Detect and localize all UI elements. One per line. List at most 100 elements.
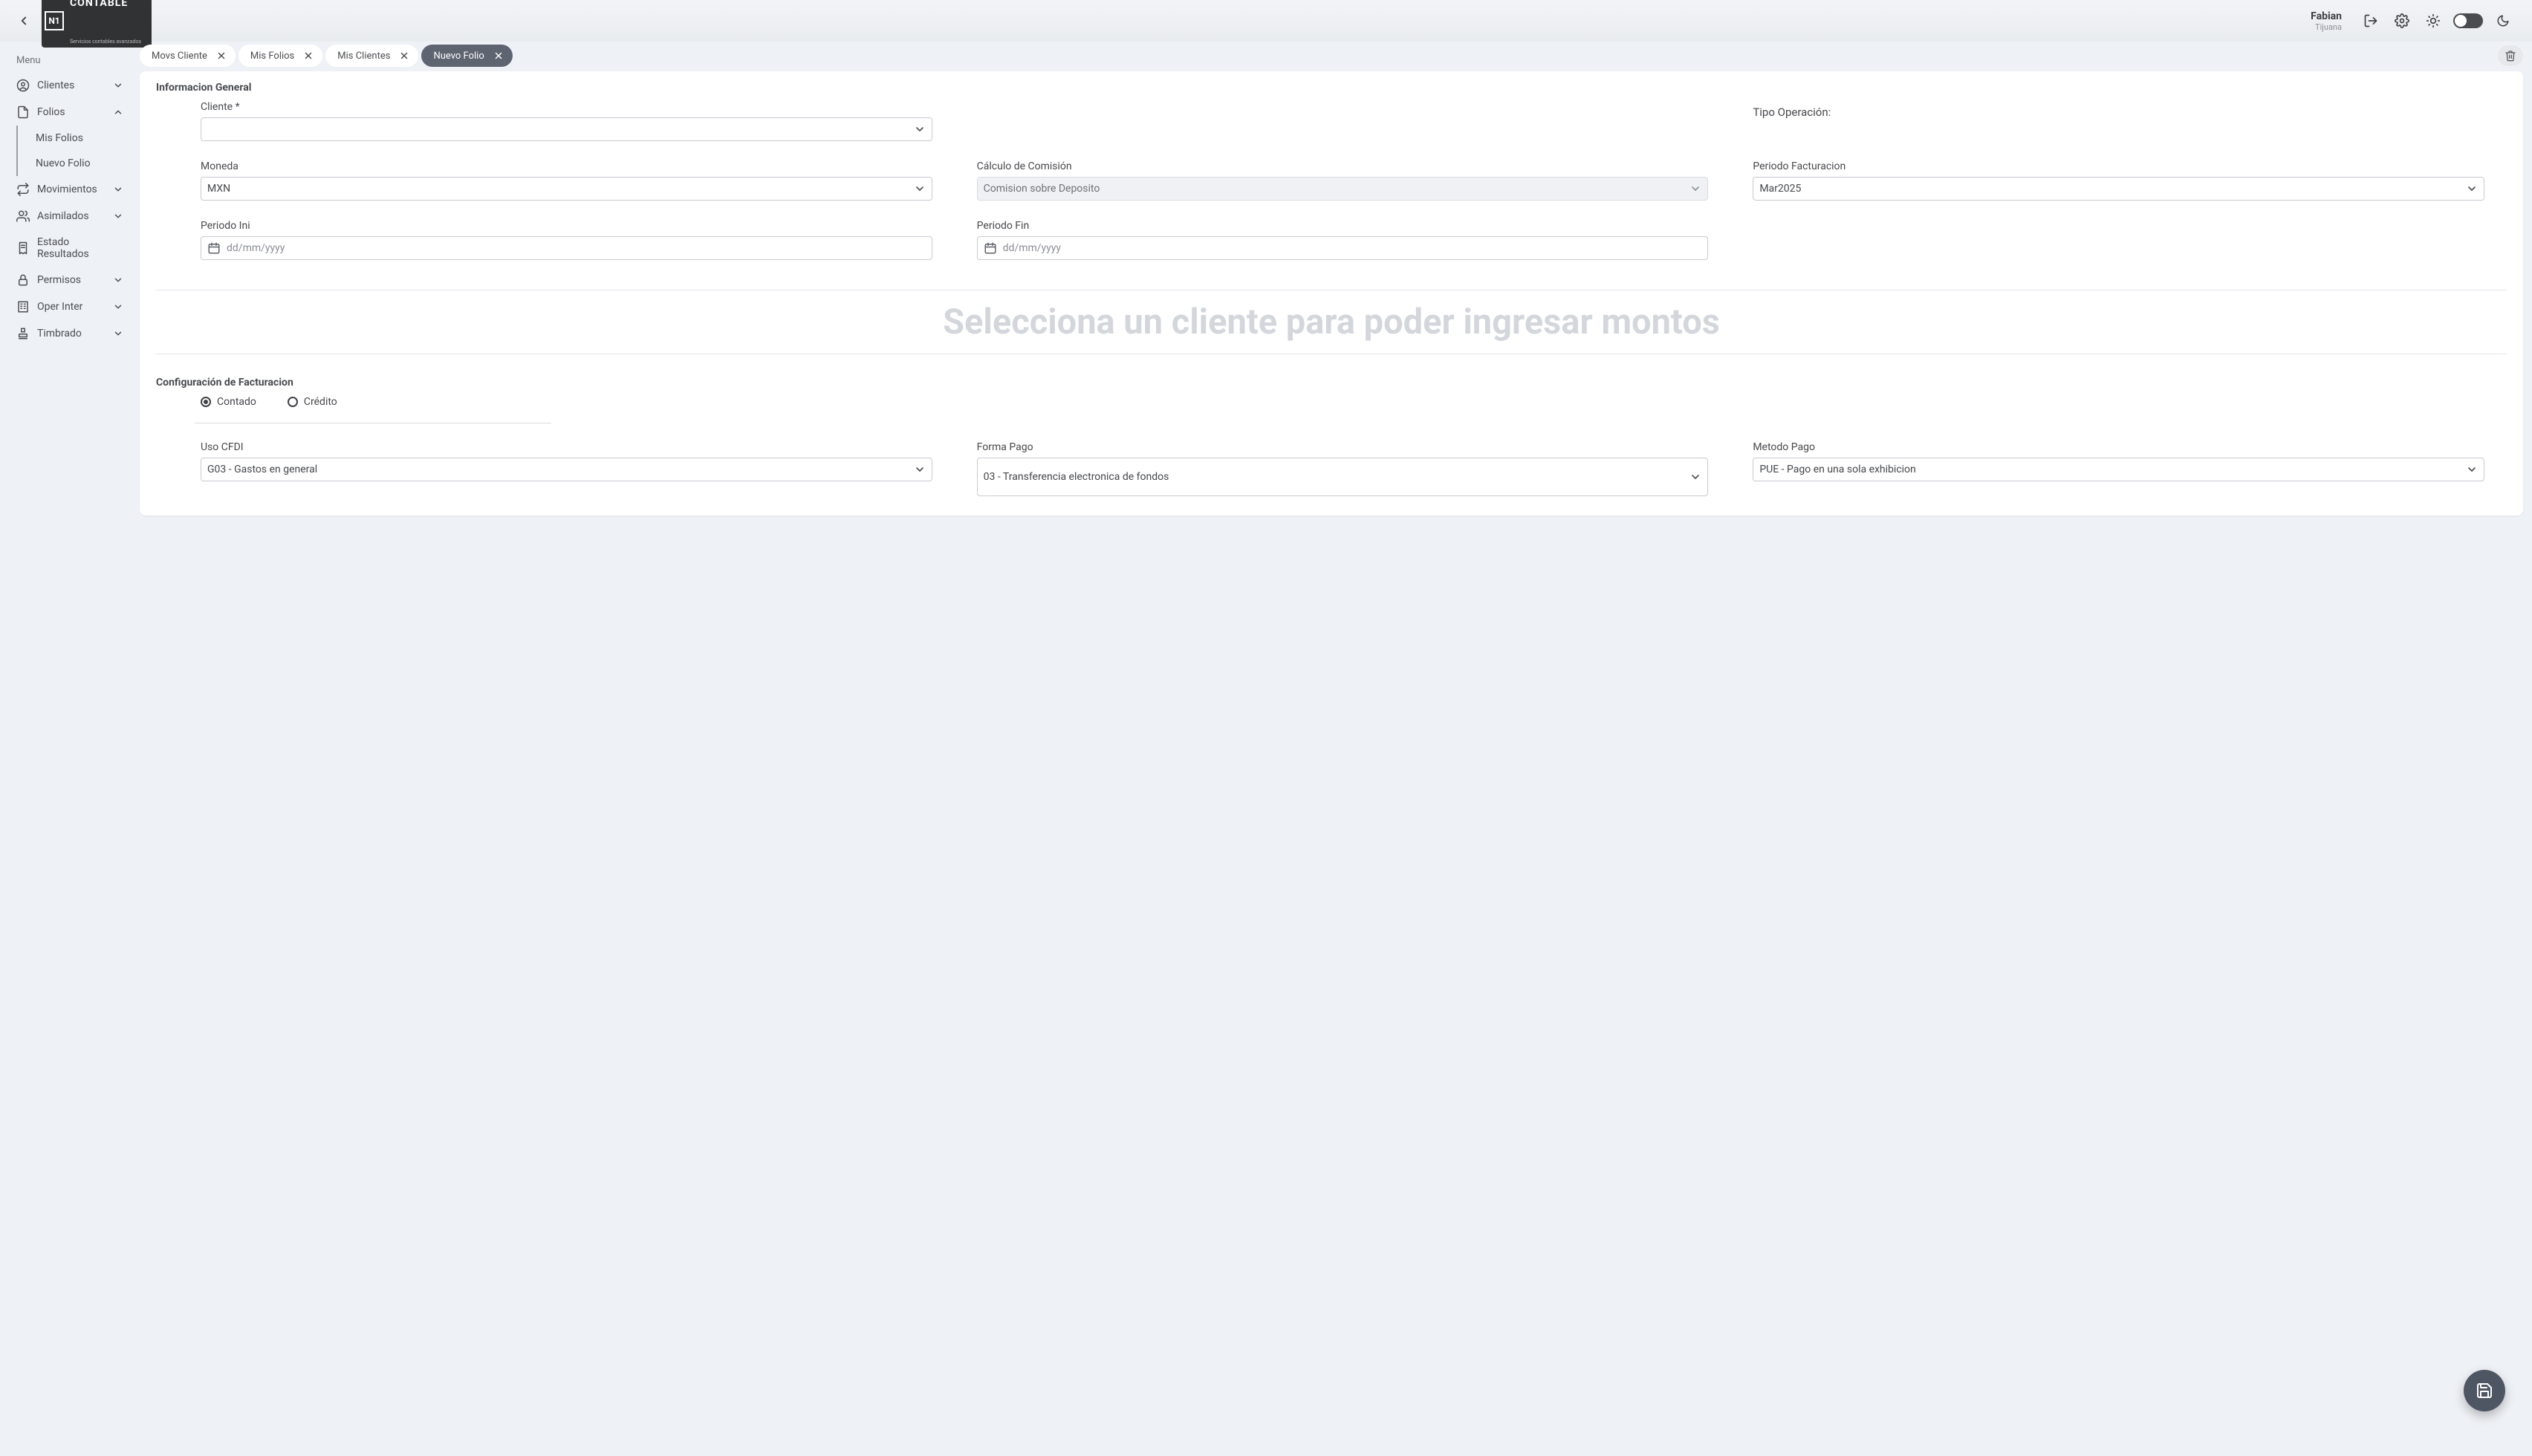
tab-label: Nuevo Folio [433,51,484,62]
document-icon [16,105,30,119]
sidebar-item-asimilados[interactable]: Asimilados [0,203,140,230]
sidebar-label: Permisos [37,274,81,286]
radio-label: Crédito [304,396,337,408]
brand-text: CONTABLE Servicios contables avanzados [70,0,141,45]
close-icon [400,51,409,60]
uso-cfdi-label: Uso CFDI [201,441,932,453]
moneda-label: Moneda [201,160,932,172]
forma-pago-value: 03 - Transferencia electronica de fondos [984,471,1690,483]
radio-indicator [201,397,211,407]
chevron-down-icon [914,183,926,195]
forma-pago-select[interactable]: 03 - Transferencia electronica de fondos [977,458,1709,496]
tab-close[interactable] [302,49,315,62]
sidebar-label: Oper Inter [37,301,82,313]
calculo-comision-select[interactable]: Comision sobre Deposito [977,177,1709,201]
periodo-ini-label: Periodo Ini [201,220,932,232]
chevron-up-icon [113,107,123,117]
periodo-ini-placeholder: dd/mm/yyyy [227,242,285,254]
sidebar-item-timbrado[interactable]: Timbrado [0,320,140,347]
sidebar-item-nuevo-folio[interactable]: Nuevo Folio [16,151,140,176]
brand-badge[interactable]: N1 CONTABLE Servicios contables avanzado… [42,0,152,48]
metodo-pago-value: PUE - Pago en una sola exhibicion [1759,464,2466,475]
tabstrip: Movs Cliente Mis Folios Mis Clientes Nue… [140,45,2523,67]
moneda-select[interactable]: MXN [201,177,932,201]
sidebar-label: Mis Folios [36,132,83,144]
theme-toggle[interactable] [2453,13,2483,28]
user-block: Fabian Tijuana [2311,10,2342,32]
logout-button[interactable] [2361,11,2380,30]
menu-title: Menu [0,55,140,72]
chevron-down-icon [113,275,123,285]
sidebar-label: Nuevo Folio [36,157,91,169]
topbar: N1 CONTABLE Servicios contables avanzado… [0,0,2532,42]
section-title-general: Informacion General [156,82,2507,94]
sun-icon [2426,13,2441,28]
lock-icon [16,273,30,287]
close-icon [304,51,313,60]
tab-label: Mis Clientes [337,51,390,62]
uso-cfdi-value: G03 - Gastos en general [207,464,914,475]
periodo-fin-placeholder: dd/mm/yyyy [1003,242,1061,254]
sidebar: Menu Clientes Folios Mis Folios Nuevo Fo… [0,42,140,1456]
tab-mis-folios[interactable]: Mis Folios [238,45,322,67]
sidebar-item-clientes[interactable]: Clientes [0,72,140,99]
chevron-down-icon [1689,183,1701,195]
exchange-icon [16,183,30,196]
logout-icon [2363,13,2378,28]
chevron-down-icon [1689,471,1701,483]
theme-moon-button[interactable] [2493,11,2513,30]
periodo-fact-value: Mar2025 [1759,183,2466,195]
sidebar-label: Asimilados [37,210,89,222]
close-icon [217,51,226,60]
tab-close[interactable] [492,49,505,62]
sidebar-item-folios[interactable]: Folios [0,99,140,126]
radio-indicator [288,397,298,407]
tab-nuevo-folio[interactable]: Nuevo Folio [421,45,512,67]
tab-close[interactable] [215,49,228,62]
radio-credito[interactable]: Crédito [288,396,337,408]
periodo-fin-input[interactable]: dd/mm/yyyy [977,236,1709,260]
periodo-fact-select[interactable]: Mar2025 [1753,177,2484,201]
moneda-value: MXN [207,183,914,195]
back-button[interactable] [13,10,34,31]
sidebar-item-movimientos[interactable]: Movimientos [0,176,140,203]
tab-label: Movs Cliente [152,51,207,62]
tab-mis-clientes[interactable]: Mis Clientes [325,45,418,67]
tab-label: Mis Folios [250,51,294,62]
radio-contado[interactable]: Contado [201,396,256,408]
gear-icon [2395,13,2409,28]
tab-movs-cliente[interactable]: Movs Cliente [140,45,236,67]
receipt-icon [16,241,30,255]
chevron-down-icon [2466,183,2478,195]
sidebar-item-mis-folios[interactable]: Mis Folios [16,126,140,151]
cliente-select[interactable] [201,117,932,141]
chevron-down-icon [113,302,123,312]
sidebar-item-oper-inter[interactable]: Oper Inter [0,293,140,320]
sidebar-item-estado-resultados[interactable]: Estado Resultados [0,230,140,267]
forma-pago-label: Forma Pago [977,441,1709,453]
save-icon [2476,1382,2493,1400]
chevron-down-icon [914,464,926,475]
close-all-tabs-button[interactable] [2498,45,2523,66]
metodo-pago-select[interactable]: PUE - Pago en una sola exhibicion [1753,458,2484,481]
calculo-comision-label: Cálculo de Comisión [977,160,1709,172]
save-fab[interactable] [2464,1370,2505,1411]
uso-cfdi-select[interactable]: G03 - Gastos en general [201,458,932,481]
building-icon [16,300,30,313]
calendar-icon [207,241,221,255]
cliente-label: Cliente [201,101,932,113]
main: Movs Cliente Mis Folios Mis Clientes Nue… [140,42,2532,1456]
sidebar-label: Estado Resultados [37,236,123,260]
tab-close[interactable] [397,49,411,62]
chevron-down-icon [113,328,123,339]
people-icon [16,209,30,223]
settings-button[interactable] [2392,11,2412,30]
chevron-down-icon [113,80,123,91]
theme-sun-button[interactable] [2424,11,2443,30]
tipo-operacion-label: Tipo Operación: [1753,101,2484,119]
periodo-ini-input[interactable]: dd/mm/yyyy [201,236,932,260]
pay-type-radio-group: Contado Crédito [201,396,2462,408]
sidebar-item-permisos[interactable]: Permisos [0,267,140,293]
periodo-fact-label: Periodo Facturacion [1753,160,2484,172]
periodo-fin-label: Periodo Fin [977,220,1709,232]
